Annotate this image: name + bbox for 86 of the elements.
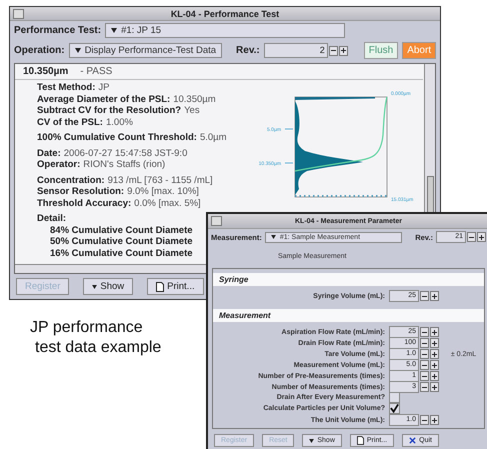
increment-button[interactable] <box>338 46 348 56</box>
detail-line: 16% Cumulative Count Diamete <box>50 248 193 258</box>
detail-line: 84% Cumulative Count Diamete <box>50 224 193 236</box>
increment-button[interactable] <box>430 327 439 337</box>
operation-dropdown[interactable]: Display Performance-Test Data <box>68 43 222 58</box>
info-label: Subtract CV for the Resolution? <box>37 105 182 116</box>
decrement-button[interactable] <box>420 349 429 359</box>
info-label: Date: <box>37 148 61 158</box>
info-value: RION's Staffs (rion) <box>83 159 166 170</box>
minus-icon <box>422 386 427 388</box>
info-value: Yes <box>184 105 200 116</box>
increment-button[interactable] <box>477 232 486 242</box>
caret-icon <box>92 284 98 288</box>
info-value: 9.0% [max. 10%] <box>127 186 199 197</box>
decrement-button[interactable] <box>420 415 429 425</box>
info-value: JP <box>98 82 110 93</box>
window-menu-button[interactable] <box>211 216 222 226</box>
window-title: KL-04 - Performance Test <box>170 8 280 18</box>
plus-icon <box>432 330 437 334</box>
checkbox[interactable] <box>389 392 400 403</box>
info-value: 10.350µm <box>173 94 216 104</box>
decrement-button[interactable] <box>420 371 429 381</box>
print-button[interactable]: Print... <box>147 278 204 295</box>
performance-test-dropdown[interactable]: #1: JP 15 <box>105 23 346 38</box>
info-label: Average Diameter of the PSL: <box>37 94 170 104</box>
increment-button[interactable] <box>430 360 439 370</box>
detail-line: 50% Cumulative Count Diamete <box>50 236 193 247</box>
document-icon <box>156 282 164 292</box>
increment-button[interactable] <box>430 382 439 392</box>
increment-button[interactable] <box>430 338 439 348</box>
info-value: 2006-07-27 15:47:58 JST-9:0 <box>64 148 188 158</box>
close-icon <box>409 437 416 444</box>
info-value: 0.0% [max. 5%] <box>134 198 201 208</box>
info-label: Sensor Resolution: <box>37 186 124 197</box>
minus-icon <box>469 236 474 238</box>
plus-icon <box>479 234 484 240</box>
info-label: Concentration: <box>37 174 105 186</box>
detail-label: Detail: <box>37 213 66 224</box>
info-label: Threshold Accuracy: <box>37 198 132 208</box>
caption-text: JP performance <box>30 318 144 338</box>
plus-icon <box>432 294 437 298</box>
plus-icon <box>340 48 346 53</box>
increment-button[interactable] <box>430 349 439 359</box>
plus-icon <box>432 418 437 422</box>
checkbox[interactable] <box>389 403 400 414</box>
caret-icon <box>111 28 118 33</box>
info-label: CV of the PSL: <box>37 116 103 128</box>
decrement-button[interactable] <box>420 327 429 337</box>
minus-icon <box>422 364 427 366</box>
info-label: 100% Cumulative Count Threshold: <box>37 132 197 143</box>
info-value: 5.0µm <box>200 132 227 143</box>
info-value: 913 /mL [763 - 1155 /mL] <box>108 174 213 186</box>
test-result: - PASS <box>80 66 112 77</box>
field-label: Operation: <box>14 45 65 56</box>
increment-button[interactable] <box>430 415 439 425</box>
plus-icon <box>432 362 437 368</box>
info-label: Operator: <box>37 159 80 170</box>
particle-size: 10.350µm <box>23 66 68 77</box>
caret-icon <box>270 235 276 239</box>
decrement-button[interactable] <box>420 291 429 301</box>
caret-icon <box>309 438 314 442</box>
plus-icon <box>432 374 437 378</box>
window-menu-button[interactable] <box>13 9 24 19</box>
decrement-button[interactable] <box>328 46 338 56</box>
plus-icon <box>432 340 437 346</box>
revision-field[interactable]: 2 <box>264 43 328 58</box>
caret-icon <box>74 48 81 53</box>
caption-text: test data example <box>34 338 162 358</box>
section-header: Syringe <box>213 273 484 286</box>
plus-icon <box>432 352 437 356</box>
decrement-button[interactable] <box>420 338 429 348</box>
decrement-button[interactable] <box>467 232 476 242</box>
show-button[interactable]: Show <box>83 278 134 295</box>
field-label: Performance Test: <box>14 25 102 36</box>
plus-icon <box>432 384 437 390</box>
minus-icon <box>422 342 427 344</box>
document-icon <box>356 436 364 445</box>
section-header: Measurement <box>213 309 484 322</box>
decrement-button[interactable] <box>420 382 429 392</box>
info-value: 1.00% <box>106 116 133 128</box>
minus-icon <box>330 50 336 51</box>
field-label: Rev.: <box>236 45 260 56</box>
decrement-button[interactable] <box>420 360 429 370</box>
increment-button[interactable] <box>430 371 439 381</box>
info-label: Test Method: <box>37 82 96 93</box>
increment-button[interactable] <box>430 291 439 301</box>
